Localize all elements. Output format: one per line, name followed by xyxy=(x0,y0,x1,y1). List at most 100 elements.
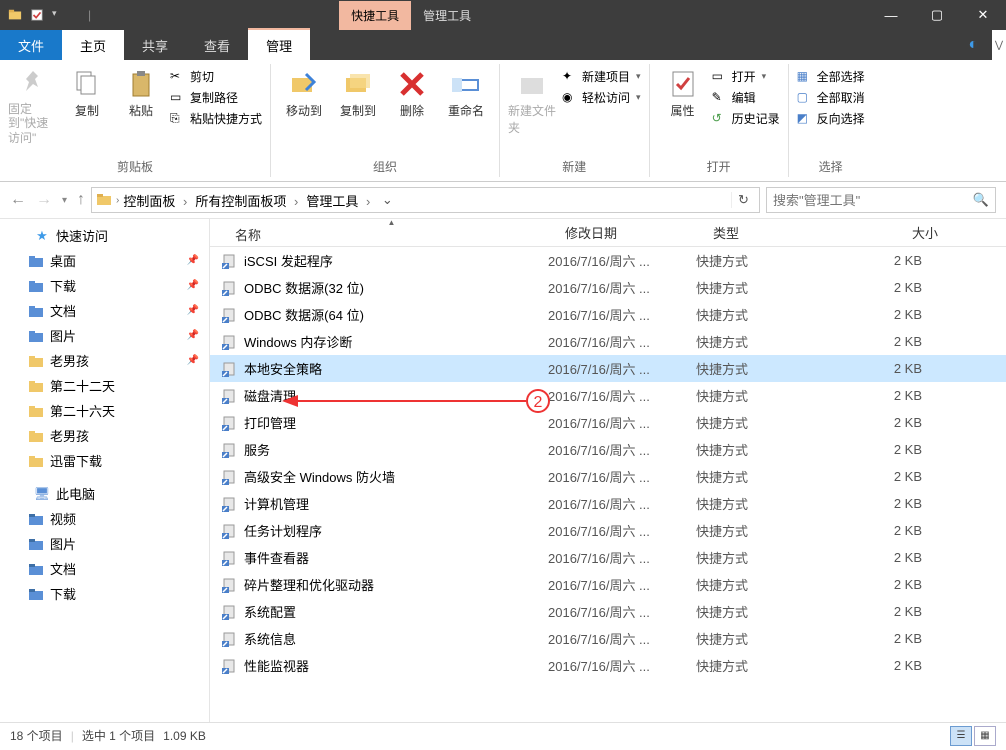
rename-button[interactable]: 重命名 xyxy=(441,64,491,119)
file-name: 系统信息 xyxy=(244,629,296,648)
sidebar-item[interactable]: 视频 xyxy=(0,506,209,531)
tab-file[interactable]: 文件 xyxy=(0,30,62,60)
tab-home[interactable]: 主页 xyxy=(62,30,124,60)
copy-button[interactable]: 复制 xyxy=(62,64,112,119)
close-button[interactable]: ✕ xyxy=(960,0,1006,30)
contextual-tab-shortcut-tools[interactable]: 快捷工具 xyxy=(339,1,411,30)
crumb-dropdown[interactable]: › xyxy=(116,195,119,206)
file-row[interactable]: 服务 2016/7/16/周六 ... 快捷方式 2 KB xyxy=(210,436,1006,463)
file-row[interactable]: 性能监视器 2016/7/16/周六 ... 快捷方式 2 KB xyxy=(210,652,1006,679)
file-list[interactable]: iSCSI 发起程序 2016/7/16/周六 ... 快捷方式 2 KB OD… xyxy=(210,247,1006,722)
navigation-pane[interactable]: ★ 快速访问 桌面📌下载📌文档📌图片📌老男孩📌第二十二天第二十六天老男孩迅雷下载… xyxy=(0,219,210,722)
file-row[interactable]: ODBC 数据源(32 位) 2016/7/16/周六 ... 快捷方式 2 K… xyxy=(210,274,1006,301)
cut-button[interactable]: ✂剪切 xyxy=(170,68,262,85)
file-row[interactable]: iSCSI 发起程序 2016/7/16/周六 ... 快捷方式 2 KB xyxy=(210,247,1006,274)
file-row[interactable]: 磁盘清理 2016/7/16/周六 ... 快捷方式 2 KB xyxy=(210,382,1006,409)
column-size[interactable]: 大小 xyxy=(857,223,947,242)
file-row[interactable]: 系统信息 2016/7/16/周六 ... 快捷方式 2 KB xyxy=(210,625,1006,652)
help-icon[interactable]: ◐ xyxy=(954,30,992,60)
tab-view[interactable]: 查看 xyxy=(186,30,248,60)
file-row[interactable]: 任务计划程序 2016/7/16/周六 ... 快捷方式 2 KB xyxy=(210,517,1006,544)
maximize-button[interactable]: ▢ xyxy=(914,0,960,30)
details-view-button[interactable]: ☰ xyxy=(950,726,972,746)
sidebar-item[interactable]: 文档 xyxy=(0,556,209,581)
sidebar-item[interactable]: 图片📌 xyxy=(0,323,209,348)
pin-to-quick-access-button[interactable]: 固定到"快速访问" xyxy=(8,64,58,145)
delete-button[interactable]: 删除 xyxy=(387,64,437,119)
tab-manage[interactable]: 管理 xyxy=(248,30,310,60)
easy-access-button[interactable]: ◉轻松访问▾ xyxy=(562,89,641,106)
sidebar-item[interactable]: 迅雷下载 xyxy=(0,448,209,473)
file-row[interactable]: Windows 内存诊断 2016/7/16/周六 ... 快捷方式 2 KB xyxy=(210,328,1006,355)
file-type: 快捷方式 xyxy=(688,602,840,621)
file-type: 快捷方式 xyxy=(688,467,840,486)
column-type[interactable]: 类型 xyxy=(705,223,857,242)
breadcrumb-item[interactable]: 所有控制面板项 xyxy=(195,191,302,210)
properties-button[interactable]: 属性 xyxy=(658,64,708,119)
sidebar-item[interactable]: 第二十六天 xyxy=(0,398,209,423)
sidebar-item[interactable]: 老男孩📌 xyxy=(0,348,209,373)
search-icon[interactable]: 🔍 xyxy=(973,192,989,208)
file-row[interactable]: 系统配置 2016/7/16/周六 ... 快捷方式 2 KB xyxy=(210,598,1006,625)
refresh-button[interactable]: ↻ xyxy=(731,192,755,208)
search-input[interactable] xyxy=(773,193,973,208)
tab-share[interactable]: 共享 xyxy=(124,30,186,60)
sidebar-item[interactable]: 下载 xyxy=(0,581,209,606)
copy-to-button[interactable]: 复制到 xyxy=(333,64,383,119)
column-name[interactable]: ▲名称 xyxy=(227,221,557,244)
file-size: 2 KB xyxy=(840,658,922,673)
sidebar-item[interactable]: 桌面📌 xyxy=(0,248,209,273)
thumbnails-view-button[interactable]: ▦ xyxy=(974,726,996,746)
breadcrumb-item[interactable]: 控制面板 xyxy=(123,191,191,210)
file-date: 2016/7/16/周六 ... xyxy=(540,575,688,594)
paste-button[interactable]: 粘贴 xyxy=(116,64,166,119)
file-row[interactable]: 本地安全策略 2016/7/16/周六 ... 快捷方式 2 KB xyxy=(210,355,1006,382)
select-all-button[interactable]: ▦全部选择 xyxy=(797,68,865,85)
file-date: 2016/7/16/周六 ... xyxy=(540,656,688,675)
file-row[interactable]: 高级安全 Windows 防火墙 2016/7/16/周六 ... 快捷方式 2… xyxy=(210,463,1006,490)
invert-selection-button[interactable]: ◩反向选择 xyxy=(797,110,865,127)
file-row[interactable]: 打印管理 2016/7/16/周六 ... 快捷方式 2 KB xyxy=(210,409,1006,436)
minimize-button[interactable]: — xyxy=(868,0,914,30)
properties-icon[interactable] xyxy=(30,8,44,22)
file-type: 快捷方式 xyxy=(688,494,840,513)
sidebar-this-pc[interactable]: 🖥 此电脑 xyxy=(0,481,209,506)
shortcut-file-icon xyxy=(222,631,238,647)
sidebar-item[interactable]: 图片 xyxy=(0,531,209,556)
file-row[interactable]: 计算机管理 2016/7/16/周六 ... 快捷方式 2 KB xyxy=(210,490,1006,517)
file-row[interactable]: 事件查看器 2016/7/16/周六 ... 快捷方式 2 KB xyxy=(210,544,1006,571)
breadcrumb-item[interactable]: 管理工具 xyxy=(306,191,374,210)
sidebar-quick-access[interactable]: ★ 快速访问 xyxy=(0,223,209,248)
new-item-button[interactable]: ✦新建项目▾ xyxy=(562,68,641,85)
address-bar[interactable]: › 控制面板 所有控制面板项 管理工具 ⌄ ↻ xyxy=(91,187,760,213)
history-button[interactable]: ↺历史记录 xyxy=(712,110,780,127)
move-to-button[interactable]: 移动到 xyxy=(279,64,329,119)
up-button[interactable]: ↑ xyxy=(77,191,85,209)
open-button[interactable]: ▭打开▾ xyxy=(712,68,780,85)
sidebar-item[interactable]: 下载📌 xyxy=(0,273,209,298)
paste-shortcut-button[interactable]: ⎘粘贴快捷方式 xyxy=(170,110,262,127)
copy-path-button[interactable]: ▭复制路径 xyxy=(170,89,262,106)
newitem-icon: ✦ xyxy=(562,69,578,85)
file-row[interactable]: 碎片整理和优化驱动器 2016/7/16/周六 ... 快捷方式 2 KB xyxy=(210,571,1006,598)
sidebar-item[interactable]: 老男孩 xyxy=(0,423,209,448)
search-box[interactable]: 🔍 xyxy=(766,187,996,213)
file-view: ▲名称 修改日期 类型 大小 iSCSI 发起程序 2016/7/16/周六 .… xyxy=(210,219,1006,722)
select-none-button[interactable]: ▢全部取消 xyxy=(797,89,865,106)
address-dropdown-icon[interactable]: ⌄ xyxy=(378,192,396,208)
qat-dropdown-icon[interactable]: ▾ xyxy=(52,8,66,22)
column-date[interactable]: 修改日期 xyxy=(557,223,705,242)
collapse-ribbon-button[interactable]: ⋁ xyxy=(992,30,1006,60)
new-folder-button[interactable]: 新建文件夹 xyxy=(508,64,558,136)
group-label-clipboard: 剪贴板 xyxy=(8,156,262,177)
folder-icon xyxy=(28,278,44,294)
edit-button[interactable]: ✎编辑 xyxy=(712,89,780,106)
sidebar-item[interactable]: 第二十二天 xyxy=(0,373,209,398)
newfolder-icon xyxy=(517,68,549,100)
sidebar-item[interactable]: 文档📌 xyxy=(0,298,209,323)
recent-locations-button[interactable]: ▾ xyxy=(62,195,67,206)
file-row[interactable]: ODBC 数据源(64 位) 2016/7/16/周六 ... 快捷方式 2 K… xyxy=(210,301,1006,328)
main-area: ★ 快速访问 桌面📌下载📌文档📌图片📌老男孩📌第二十二天第二十六天老男孩迅雷下载… xyxy=(0,218,1006,722)
forward-button[interactable]: → xyxy=(36,191,52,209)
back-button[interactable]: ← xyxy=(10,191,26,209)
